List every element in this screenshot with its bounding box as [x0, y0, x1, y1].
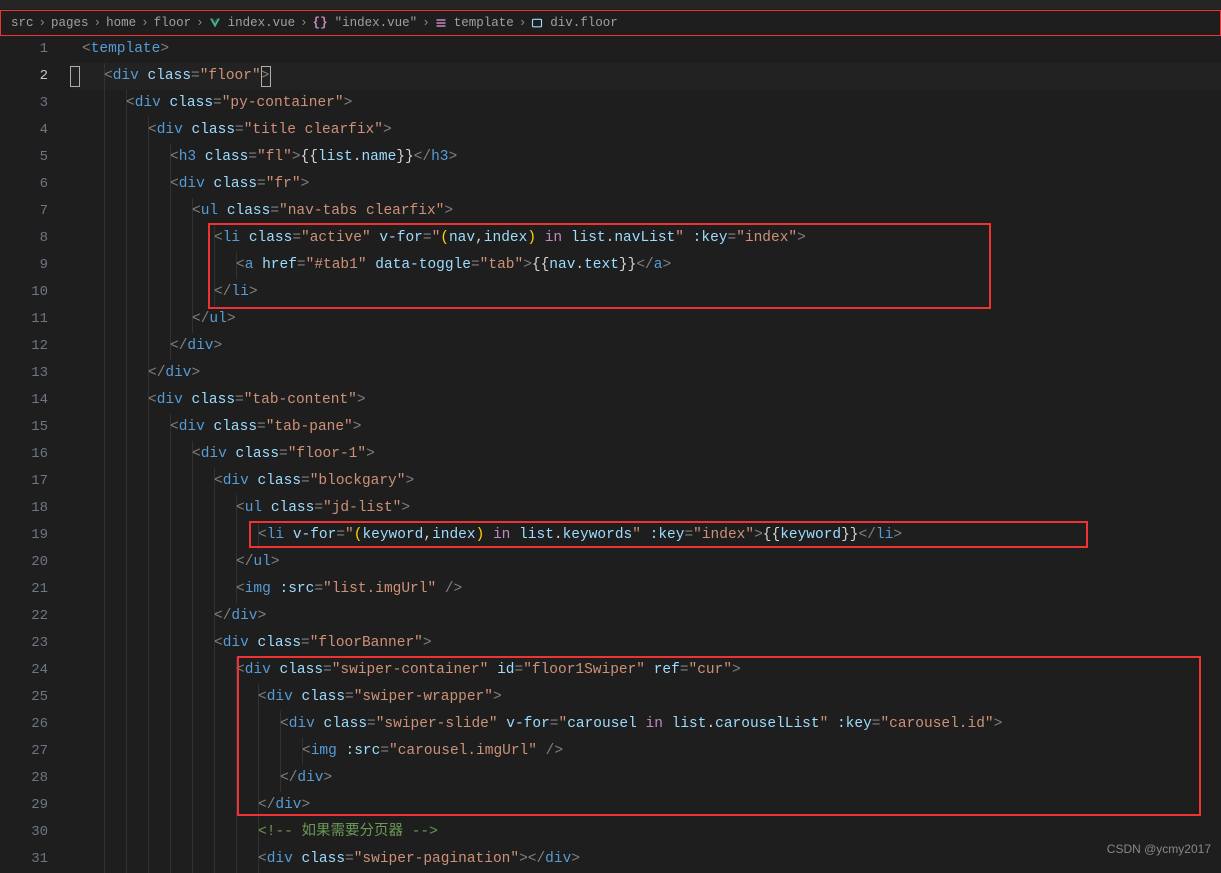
line-number: 27 [0, 738, 48, 765]
code-line[interactable]: </li> [70, 279, 1221, 306]
chevron-right-icon: › [39, 16, 47, 30]
line-number: 17 [0, 468, 48, 495]
chevron-right-icon: › [141, 16, 149, 30]
line-number: 16 [0, 441, 48, 468]
code-line[interactable]: </div> [70, 765, 1221, 792]
line-number: 23 [0, 630, 48, 657]
code-line[interactable]: <div class="floor"> [70, 63, 1221, 90]
line-number: 9 [0, 252, 48, 279]
bc-src[interactable]: src [11, 16, 34, 30]
line-number: 31 [0, 846, 48, 873]
line-number: 11 [0, 306, 48, 333]
chevron-right-icon: › [94, 16, 102, 30]
bc-pages[interactable]: pages [51, 16, 89, 30]
line-number: 30 [0, 819, 48, 846]
line-number: 1 [0, 36, 48, 63]
bc-file[interactable]: index.vue [228, 16, 296, 30]
line-number: 26 [0, 711, 48, 738]
code-editor[interactable]: 1234567891011121314151617181920212223242… [0, 36, 1221, 864]
code-line[interactable]: <div class="tab-pane"> [70, 414, 1221, 441]
code-area[interactable]: <template><div class="floor"><div class=… [70, 36, 1221, 864]
code-line[interactable]: <li class="active" v-for="(nav,index) in… [70, 225, 1221, 252]
vue-file-icon [209, 17, 221, 29]
code-line[interactable]: <div class="tab-content"> [70, 387, 1221, 414]
code-line[interactable]: <div class="py-container"> [70, 90, 1221, 117]
line-number: 3 [0, 90, 48, 117]
line-number: 21 [0, 576, 48, 603]
watermark: CSDN @ycmy2017 [1107, 842, 1211, 856]
line-number: 14 [0, 387, 48, 414]
code-line[interactable]: <template> [70, 36, 1221, 63]
chevron-right-icon: › [196, 16, 204, 30]
code-line[interactable]: <ul class="jd-list"> [70, 495, 1221, 522]
code-line[interactable]: </div> [70, 333, 1221, 360]
bc-template[interactable]: template [454, 16, 514, 30]
line-number: 25 [0, 684, 48, 711]
bc-scope[interactable]: "index.vue" [335, 16, 418, 30]
code-line[interactable]: <div class="floorBanner"> [70, 630, 1221, 657]
chevron-right-icon: › [519, 16, 527, 30]
line-number: 6 [0, 171, 48, 198]
curly-braces-icon: {} [313, 16, 328, 30]
code-line[interactable]: <div class="swiper-container" id="floor1… [70, 657, 1221, 684]
code-line[interactable]: </div> [70, 360, 1221, 387]
line-number: 15 [0, 414, 48, 441]
line-number: 29 [0, 792, 48, 819]
chevron-right-icon: › [300, 16, 308, 30]
code-line[interactable]: <div class="swiper-pagination"></div> [70, 846, 1221, 873]
line-number: 2 [0, 63, 48, 90]
code-line[interactable]: <div class="title clearfix"> [70, 117, 1221, 144]
code-line[interactable]: <img :src="list.imgUrl" /> [70, 576, 1221, 603]
symbol-icon [435, 17, 447, 29]
code-line[interactable]: </ul> [70, 306, 1221, 333]
code-line[interactable]: </ul> [70, 549, 1221, 576]
code-line[interactable]: <li v-for="(keyword,index) in list.keywo… [70, 522, 1221, 549]
code-line[interactable]: <!-- 如果需要分页器 --> [70, 819, 1221, 846]
breadcrumb[interactable]: src › pages › home › floor › index.vue ›… [0, 10, 1221, 36]
code-line[interactable]: <h3 class="fl">{{list.name}}</h3> [70, 144, 1221, 171]
chevron-right-icon: › [422, 16, 430, 30]
line-number: 24 [0, 657, 48, 684]
line-number: 12 [0, 333, 48, 360]
line-number: 22 [0, 603, 48, 630]
code-line[interactable]: <ul class="nav-tabs clearfix"> [70, 198, 1221, 225]
code-line[interactable]: <img :src="carousel.imgUrl" /> [70, 738, 1221, 765]
line-number: 4 [0, 117, 48, 144]
code-line[interactable]: <div class="fr"> [70, 171, 1221, 198]
tab-bar [0, 0, 1221, 10]
code-line[interactable]: <div class="blockgary"> [70, 468, 1221, 495]
line-number: 8 [0, 225, 48, 252]
line-number: 13 [0, 360, 48, 387]
bc-element[interactable]: div.floor [550, 16, 618, 30]
line-number: 7 [0, 198, 48, 225]
code-line[interactable]: <a href="#tab1" data-toggle="tab">{{nav.… [70, 252, 1221, 279]
code-line[interactable]: <div class="floor-1"> [70, 441, 1221, 468]
code-line[interactable]: </div> [70, 792, 1221, 819]
symbol-icon [531, 17, 543, 29]
line-number: 18 [0, 495, 48, 522]
line-number: 19 [0, 522, 48, 549]
bc-home[interactable]: home [106, 16, 136, 30]
line-number-gutter: 1234567891011121314151617181920212223242… [0, 36, 70, 864]
code-line[interactable]: <div class="swiper-slide" v-for="carouse… [70, 711, 1221, 738]
line-number: 28 [0, 765, 48, 792]
bc-floor[interactable]: floor [154, 16, 192, 30]
line-number: 10 [0, 279, 48, 306]
code-line[interactable]: </div> [70, 603, 1221, 630]
code-line[interactable]: <div class="swiper-wrapper"> [70, 684, 1221, 711]
line-number: 20 [0, 549, 48, 576]
line-number: 5 [0, 144, 48, 171]
